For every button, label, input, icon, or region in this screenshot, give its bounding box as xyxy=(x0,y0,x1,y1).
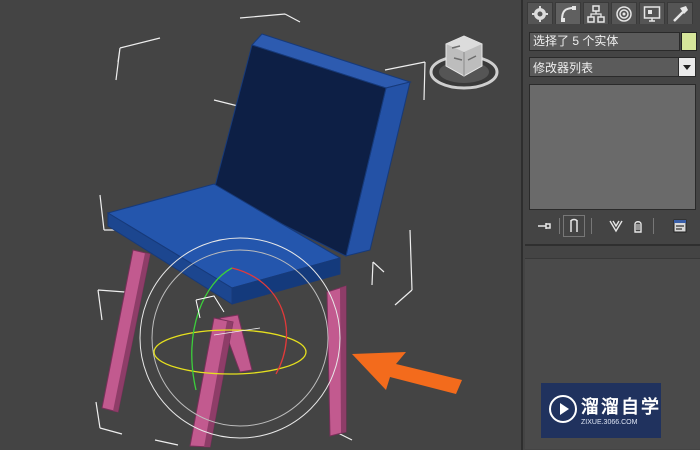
panel-divider xyxy=(525,244,700,246)
remove-modifier-button[interactable] xyxy=(627,215,649,237)
play-logo-icon xyxy=(549,395,577,423)
toolbar-divider xyxy=(591,218,592,234)
create-icon xyxy=(532,5,548,22)
tab-display[interactable] xyxy=(639,2,665,24)
command-panel-tabs xyxy=(527,2,699,26)
make-unique-button[interactable] xyxy=(605,215,627,237)
watermark: 溜溜自学 ZIXUE.3066.COM xyxy=(541,383,661,438)
motion-icon xyxy=(616,5,632,22)
perspective-viewport[interactable] xyxy=(0,0,521,450)
modifier-list-dropdown[interactable]: 修改器列表 xyxy=(529,57,696,77)
object-color-swatch[interactable] xyxy=(681,32,697,51)
pin-stack-button[interactable] xyxy=(533,215,555,237)
hierarchy-icon xyxy=(587,4,605,23)
tab-create[interactable] xyxy=(527,2,553,24)
modifier-stack-toolbar xyxy=(529,215,697,237)
display-icon xyxy=(643,5,661,22)
modifier-list-label: 修改器列表 xyxy=(533,61,594,75)
modifier-stack-list[interactable] xyxy=(529,84,696,210)
watermark-title: 溜溜自学 xyxy=(581,397,661,417)
remove-modifier-icon xyxy=(634,221,642,233)
make-unique-icon xyxy=(609,220,623,233)
utilities-icon xyxy=(673,5,688,22)
watermark-url: ZIXUE.3066.COM xyxy=(581,419,638,426)
tab-motion[interactable] xyxy=(611,2,637,24)
3dsmax-window: 选择了 5 个实体 修改器列表 溜溜自学 ZIXUE.3066.COM xyxy=(0,0,700,450)
show-end-result-icon xyxy=(570,218,578,232)
selection-name-field[interactable]: 选择了 5 个实体 xyxy=(529,32,680,51)
configure-modifier-sets-icon xyxy=(673,219,687,233)
show-end-result-button[interactable] xyxy=(563,215,585,237)
chevron-down-icon[interactable] xyxy=(678,58,695,76)
tab-utilities[interactable] xyxy=(667,2,693,24)
viewcube[interactable] xyxy=(429,35,499,90)
tab-hierarchy[interactable] xyxy=(583,2,609,24)
toolbar-divider xyxy=(653,218,654,234)
annotation-arrow xyxy=(352,352,462,394)
object-name-row: 选择了 5 个实体 xyxy=(529,32,697,51)
pin-stack-icon xyxy=(538,223,551,229)
toolbar-divider xyxy=(559,218,560,234)
tab-modify[interactable] xyxy=(555,2,581,24)
modify-icon xyxy=(561,5,576,22)
configure-modifier-sets-button[interactable] xyxy=(669,215,691,237)
viewport-scene[interactable] xyxy=(0,0,521,450)
